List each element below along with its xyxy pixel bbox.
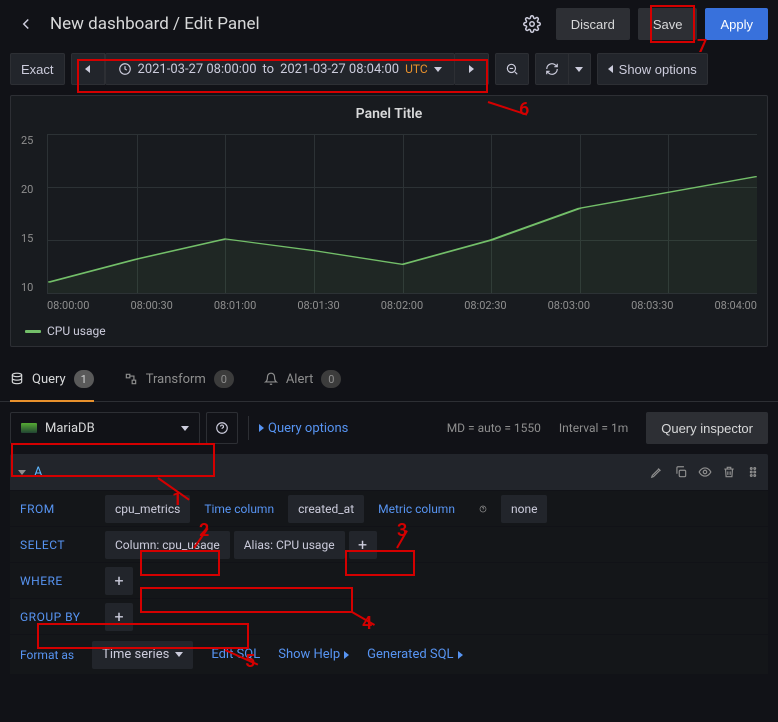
show-help-link[interactable]: Show Help — [278, 647, 349, 662]
page-title: New dashboard / Edit Panel — [50, 14, 260, 34]
chevron-down-icon — [181, 426, 189, 431]
from-label: FROM — [10, 502, 105, 516]
metric-column-help-icon[interactable] — [469, 495, 497, 523]
legend-label: CPU usage — [47, 324, 106, 338]
panel-title: Panel Title — [11, 100, 767, 128]
groupby-label: GROUP BY — [10, 610, 105, 624]
tab-query[interactable]: Query 1 — [10, 357, 94, 401]
select-alias-segment[interactable]: Alias: CPU usage — [234, 531, 345, 559]
query-row-header[interactable]: A — [10, 454, 768, 490]
chevron-right-icon — [259, 424, 264, 432]
chart[interactable]: 25 20 15 10 08:00:00 08:00:30 08:01:00 — [11, 128, 767, 318]
edit-sql-link[interactable]: Edit SQL — [211, 647, 260, 662]
datasource-name: MariaDB — [45, 421, 95, 436]
datasource-help-icon[interactable] — [206, 412, 238, 444]
where-row: WHERE + — [10, 562, 768, 598]
zoom-out-icon[interactable] — [495, 53, 529, 85]
metric-column-value[interactable]: none — [501, 495, 547, 523]
drag-handle-icon[interactable] — [746, 465, 760, 479]
time-column-label[interactable]: Time column — [194, 495, 284, 523]
eye-icon[interactable] — [698, 465, 712, 479]
metric-column-label[interactable]: Metric column — [368, 495, 465, 523]
gear-icon[interactable] — [516, 8, 548, 40]
clock-icon — [118, 62, 132, 76]
back-arrow-icon[interactable] — [10, 8, 42, 40]
timerange-next-icon[interactable] — [455, 53, 489, 85]
chevron-down-icon — [175, 652, 183, 657]
query-row-actions — [650, 465, 760, 479]
copy-icon[interactable] — [674, 465, 688, 479]
refresh-interval-dropdown[interactable] — [569, 53, 591, 85]
mariadb-logo-icon — [21, 423, 37, 433]
y-axis-labels: 25 20 15 10 — [21, 134, 43, 294]
refresh-group — [535, 53, 591, 85]
timerange-end: 2021-03-27 08:04:00 — [280, 62, 399, 77]
timerange-prev-icon[interactable] — [71, 53, 105, 85]
query-row-A: A FROM cpu_metrics Time column created_a… — [10, 454, 768, 674]
panel-toolbar: Exact 2021-03-27 08:00:00 to 2021-03-27 … — [0, 48, 778, 95]
show-options-label: Show options — [619, 62, 697, 77]
select-add-button[interactable]: + — [349, 531, 377, 559]
md-info: MD = auto = 1550 — [447, 421, 541, 435]
query-inspector-button[interactable]: Query inspector — [646, 412, 768, 444]
collapse-icon[interactable] — [18, 470, 26, 475]
x-axis-labels: 08:00:00 08:00:30 08:01:00 08:01:30 08:0… — [47, 299, 757, 312]
interval-info: Interval = 1m — [559, 421, 628, 435]
chevron-left-icon — [608, 65, 613, 73]
where-add-button[interactable]: + — [105, 567, 133, 595]
timerange-to-word: to — [263, 62, 275, 77]
save-button[interactable]: Save — [638, 8, 698, 40]
editor-topbar: New dashboard / Edit Panel Discard Save … — [0, 0, 778, 48]
legend-swatch — [25, 330, 41, 333]
trash-icon[interactable] — [722, 465, 736, 479]
viz-panel: Panel Title 25 20 15 10 08:00:00 0 — [10, 95, 768, 347]
plot-area — [47, 134, 757, 294]
format-as-label: Format as — [20, 648, 74, 662]
show-options-button[interactable]: Show options — [597, 53, 708, 85]
line-series — [48, 134, 757, 293]
query-id: A — [34, 465, 42, 480]
exact-button[interactable]: Exact — [10, 53, 65, 85]
timerange-from: 2021-03-27 08:00:00 — [138, 62, 257, 77]
where-label: WHERE — [10, 574, 105, 588]
tab-transform[interactable]: Transform 0 — [124, 357, 234, 401]
chart-legend[interactable]: CPU usage — [11, 318, 767, 346]
generated-sql-link[interactable]: Generated SQL — [367, 647, 462, 662]
refresh-icon[interactable] — [535, 53, 569, 85]
query-options-link[interactable]: Query options — [259, 421, 348, 436]
format-as-select[interactable]: Time series — [92, 641, 193, 669]
editor-tabs: Query 1 Transform 0 Alert 0 — [0, 357, 778, 402]
query-footer: Format as Time series Edit SQL Show Help… — [10, 634, 768, 674]
discard-button[interactable]: Discard — [556, 8, 630, 40]
timerange-group: 2021-03-27 08:00:00 to 2021-03-27 08:04:… — [71, 53, 489, 85]
apply-button[interactable]: Apply — [705, 8, 768, 40]
from-table-segment[interactable]: cpu_metrics — [105, 495, 190, 523]
datasource-select[interactable]: MariaDB — [10, 412, 200, 444]
query-header: MariaDB Query options MD = auto = 1550 I… — [0, 402, 778, 454]
edit-icon[interactable] — [650, 465, 664, 479]
tab-alert[interactable]: Alert 0 — [264, 357, 342, 401]
groupby-add-button[interactable]: + — [105, 603, 133, 631]
groupby-row: GROUP BY + — [10, 598, 768, 634]
select-row: SELECT Column: cpu_usage Alias: CPU usag… — [10, 526, 768, 562]
timerange-tz: UTC — [405, 62, 428, 76]
select-label: SELECT — [10, 538, 105, 552]
time-column-value[interactable]: created_at — [288, 495, 364, 523]
chevron-down-icon — [434, 67, 442, 72]
timerange-picker[interactable]: 2021-03-27 08:00:00 to 2021-03-27 08:04:… — [105, 53, 455, 85]
select-column-segment[interactable]: Column: cpu_usage — [105, 531, 230, 559]
from-row: FROM cpu_metrics Time column created_at … — [10, 490, 768, 526]
